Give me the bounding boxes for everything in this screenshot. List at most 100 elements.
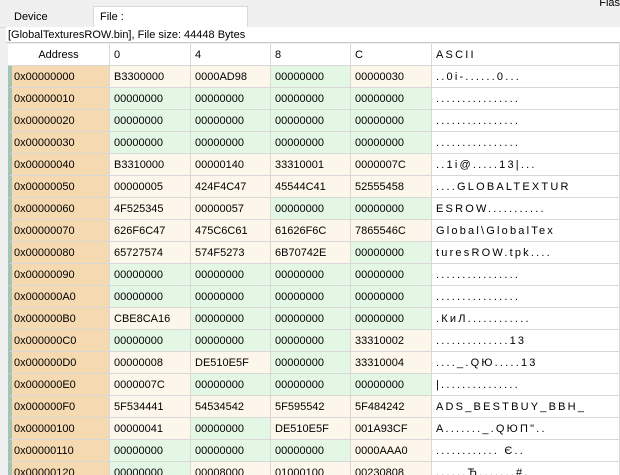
address-cell[interactable]: 0x00000110 — [8, 440, 110, 462]
hex-cell-c[interactable]: 00000000 — [351, 198, 432, 220]
hex-cell-c[interactable]: 00000000 — [351, 242, 432, 264]
ascii-cell[interactable]: .КиЛ............ — [432, 308, 620, 330]
hex-cell-8[interactable]: 00000000 — [271, 440, 351, 462]
table-row[interactable]: 0x00000010 00000000 00000000 00000000 000000… — [8, 88, 620, 110]
address-cell[interactable]: 0x00000120 — [8, 462, 110, 475]
address-cell[interactable]: 0x00000080 — [8, 242, 110, 264]
table-row[interactable]: 0x000000E0 0000007C 00000000 00000000 000000… — [8, 374, 620, 396]
ascii-cell[interactable]: ................ — [432, 286, 620, 308]
hex-cell-c[interactable]: 00000000 — [351, 88, 432, 110]
address-cell[interactable]: 0x00000050 — [8, 176, 110, 198]
hex-cell-8[interactable]: 00000000 — [271, 264, 351, 286]
column-header-ascii[interactable]: ASCII — [432, 44, 620, 66]
hex-cell-4[interactable]: 475C6C61 — [191, 220, 271, 242]
tab-file-globaltexturesrow[interactable]: File : GlobalTexturesROW.bin — [93, 6, 248, 43]
hex-cell-4[interactable]: 00000000 — [191, 440, 271, 462]
hex-grid[interactable]: Address 0 4 8 C ASCII 0x00000000 B3300000… — [8, 44, 620, 475]
hex-cell-4[interactable]: 00000000 — [191, 110, 271, 132]
table-row[interactable]: 0x000000B0 CBE8CA16 00000000 00000000 000000… — [8, 308, 620, 330]
hex-cell-4[interactable]: 00000000 — [191, 308, 271, 330]
ascii-cell[interactable]: ....GLOBALTEXTUR — [432, 176, 620, 198]
table-row[interactable]: 0x000000D0 00000008 DE510E5F 00000000 333100… — [8, 352, 620, 374]
table-row[interactable]: 0x000000C0 00000000 00000000 00000000 333100… — [8, 330, 620, 352]
hex-cell-8[interactable]: 5F595542 — [271, 396, 351, 418]
hex-cell-0[interactable]: 00000000 — [110, 264, 191, 286]
hex-cell-0[interactable]: 5F534441 — [110, 396, 191, 418]
hex-cell-0[interactable]: B3310000 — [110, 154, 191, 176]
hex-cell-8[interactable]: 61626F6C — [271, 220, 351, 242]
ascii-cell[interactable]: |............... — [432, 374, 620, 396]
address-cell[interactable]: 0x00000060 — [8, 198, 110, 220]
hex-cell-0[interactable]: 00000041 — [110, 418, 191, 440]
hex-cell-4[interactable]: 00000140 — [191, 154, 271, 176]
address-cell[interactable]: 0x00000020 — [8, 110, 110, 132]
hex-cell-0[interactable]: 00000000 — [110, 330, 191, 352]
ascii-cell[interactable]: turesROW.tpk.... — [432, 242, 620, 264]
hex-cell-8[interactable]: 00000000 — [271, 110, 351, 132]
hex-cell-4[interactable]: 574F5273 — [191, 242, 271, 264]
hex-cell-8[interactable]: 00000000 — [271, 308, 351, 330]
hex-cell-0[interactable]: 4F525345 — [110, 198, 191, 220]
ascii-cell[interactable]: A......._.QЮП".. — [432, 418, 620, 440]
column-header-0[interactable]: 0 — [110, 44, 191, 66]
hex-cell-c[interactable]: 33310002 — [351, 330, 432, 352]
address-cell[interactable]: 0x00000100 — [8, 418, 110, 440]
ascii-cell[interactable]: ................ — [432, 264, 620, 286]
hex-cell-c[interactable]: 00000030 — [351, 66, 432, 88]
hex-cell-8[interactable]: 00000000 — [271, 198, 351, 220]
hex-cell-4[interactable]: DE510E5F — [191, 352, 271, 374]
address-cell[interactable]: 0x00000010 — [8, 88, 110, 110]
hex-cell-c[interactable]: 0000007C — [351, 154, 432, 176]
hex-cell-8[interactable]: 00000000 — [271, 286, 351, 308]
table-row[interactable]: 0x000000F0 5F534441 54534542 5F595542 5F4842… — [8, 396, 620, 418]
hex-cell-4[interactable]: 00000000 — [191, 374, 271, 396]
hex-cell-4[interactable]: 424F4C47 — [191, 176, 271, 198]
hex-cell-4[interactable]: 00000057 — [191, 198, 271, 220]
address-cell[interactable]: 0x000000D0 — [8, 352, 110, 374]
hex-cell-4[interactable]: 00000000 — [191, 132, 271, 154]
hex-cell-c[interactable]: 52555458 — [351, 176, 432, 198]
ascii-cell[interactable]: ............ Є.. — [432, 440, 620, 462]
hex-cell-4[interactable]: 54534542 — [191, 396, 271, 418]
ascii-cell[interactable]: ...._.QЮ.....13 — [432, 352, 620, 374]
hex-cell-8[interactable]: 01000100 — [271, 462, 351, 475]
hex-cell-8[interactable]: 6B70742E — [271, 242, 351, 264]
hex-cell-8[interactable]: 00000000 — [271, 66, 351, 88]
table-row[interactable]: 0x00000040 B3310000 00000140 33310001 000000… — [8, 154, 620, 176]
hex-cell-0[interactable]: 65727574 — [110, 242, 191, 264]
hex-cell-8[interactable]: 33310001 — [271, 154, 351, 176]
hex-cell-c[interactable]: 001A93CF — [351, 418, 432, 440]
hex-cell-4[interactable]: 0000AD98 — [191, 66, 271, 88]
address-cell[interactable]: 0x000000A0 — [8, 286, 110, 308]
hex-cell-c[interactable]: 00000000 — [351, 286, 432, 308]
hex-cell-0[interactable]: 626F6C47 — [110, 220, 191, 242]
hex-cell-4[interactable]: 00008000 — [191, 462, 271, 475]
address-cell[interactable]: 0x000000B0 — [8, 308, 110, 330]
table-row[interactable]: 0x000000A0 00000000 00000000 00000000 000000… — [8, 286, 620, 308]
hex-cell-8[interactable]: 45544C41 — [271, 176, 351, 198]
table-row[interactable]: 0x00000050 00000005 424F4C47 45544C41 525554… — [8, 176, 620, 198]
address-cell[interactable]: 0x00000030 — [8, 132, 110, 154]
address-cell[interactable]: 0x000000F0 — [8, 396, 110, 418]
table-row[interactable]: 0x00000060 4F525345 00000057 00000000 000000… — [8, 198, 620, 220]
hex-cell-0[interactable]: 0000007C — [110, 374, 191, 396]
table-row[interactable]: 0x00000120 00000000 00008000 01000100 002308… — [8, 462, 620, 475]
hex-cell-4[interactable]: 00000000 — [191, 264, 271, 286]
hex-cell-0[interactable]: 00000008 — [110, 352, 191, 374]
hex-cell-0[interactable]: 00000000 — [110, 462, 191, 475]
hex-cell-c[interactable]: 00000000 — [351, 132, 432, 154]
ascii-cell[interactable]: ..............13 — [432, 330, 620, 352]
table-row[interactable]: 0x00000080 65727574 574F5273 6B70742E 000000… — [8, 242, 620, 264]
hex-cell-0[interactable]: 00000000 — [110, 132, 191, 154]
ascii-cell[interactable]: ................ — [432, 110, 620, 132]
ascii-cell[interactable]: ................ — [432, 132, 620, 154]
table-row[interactable]: 0x00000020 00000000 00000000 00000000 000000… — [8, 110, 620, 132]
hex-cell-c[interactable]: 00230808 — [351, 462, 432, 475]
hex-cell-8[interactable]: 00000000 — [271, 88, 351, 110]
address-cell[interactable]: 0x00000090 — [8, 264, 110, 286]
hex-cell-0[interactable]: 00000005 — [110, 176, 191, 198]
hex-cell-0[interactable]: CBE8CA16 — [110, 308, 191, 330]
hex-cell-0[interactable]: 00000000 — [110, 88, 191, 110]
hex-cell-8[interactable]: 00000000 — [271, 330, 351, 352]
hex-cell-c[interactable]: 7865546C — [351, 220, 432, 242]
